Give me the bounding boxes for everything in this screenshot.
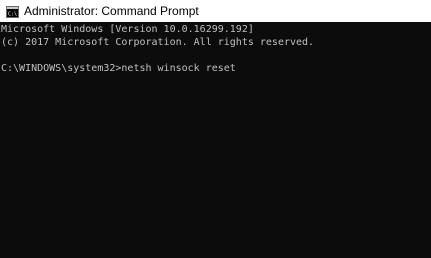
cmd-icon: C:\ [6,5,19,18]
title-bar[interactable]: C:\ Administrator: Command Prompt [0,0,431,22]
console-line-version: Microsoft Windows [Version 10.0.16299.19… [1,24,254,35]
console-line-copyright: (c) 2017 Microsoft Corporation. All righ… [1,37,315,48]
window-title: Administrator: Command Prompt [24,4,199,18]
command-prompt-window: C:\ Administrator: Command Prompt Micros… [0,0,431,258]
svg-text:C:\: C:\ [8,12,17,18]
console-line-command: C:\WINDOWS\system32>netsh winsock reset [1,63,236,74]
console-output[interactable]: Microsoft Windows [Version 10.0.16299.19… [0,22,431,258]
